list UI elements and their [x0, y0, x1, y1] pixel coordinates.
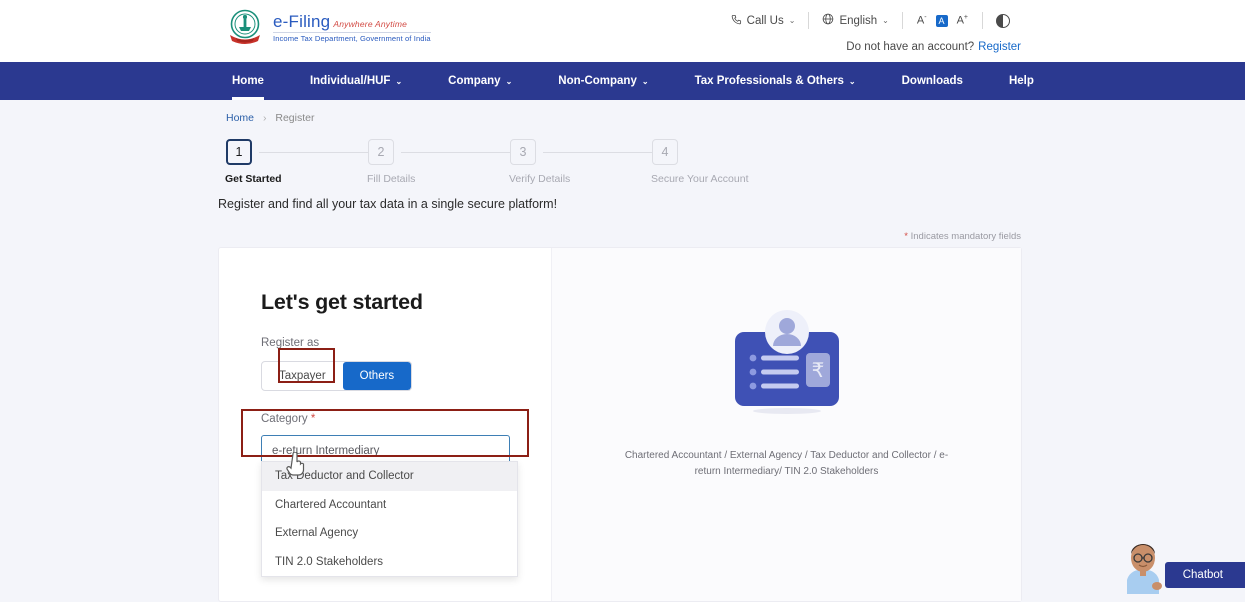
toggle-option-taxpayer[interactable]: Taxpayer: [262, 362, 343, 390]
contrast-toggle[interactable]: [983, 14, 1023, 28]
page-tagline: Register and find all your tax data in a…: [218, 197, 1245, 211]
step-label: Fill Details: [367, 173, 415, 185]
font-size-controls: A- A A+: [903, 14, 982, 27]
step-label: Secure Your Account: [651, 173, 749, 185]
chevron-down-icon: ⌄: [789, 16, 796, 25]
nav-item-non-company[interactable]: Non-Company ⌄: [535, 62, 671, 100]
nav-label: Individual/HUF: [310, 75, 391, 87]
chatbot-button[interactable]: Chatbot: [1165, 562, 1245, 588]
nav-label: Help: [1009, 75, 1034, 87]
step-number: 2: [368, 139, 394, 165]
nav-item-help[interactable]: Help: [986, 62, 1057, 100]
language-label: English: [839, 15, 877, 27]
contrast-icon: [996, 14, 1010, 28]
font-decrease-button[interactable]: A-: [917, 14, 927, 27]
nav-item-company[interactable]: Company ⌄: [425, 62, 535, 100]
step-fill-details[interactable]: 2 Fill Details: [368, 139, 415, 185]
register-as-toggle[interactable]: Taxpayer Others: [261, 361, 412, 391]
illustration-panel: ₹ Chartered Accountant / External Agency…: [551, 248, 1021, 601]
toggle-option-others[interactable]: Others: [343, 362, 412, 390]
breadcrumb: Home › Register: [226, 112, 1245, 124]
breadcrumb-home[interactable]: Home: [226, 112, 254, 124]
category-label-text: Category: [261, 413, 308, 425]
mandatory-note-text: Indicates mandatory fields: [911, 231, 1021, 242]
step-label: Get Started: [225, 173, 282, 185]
account-prompt-text: Do not have an account?: [846, 41, 974, 53]
phone-icon: [731, 14, 742, 28]
top-bar: e-FilingAnywhere Anytime Income Tax Depa…: [0, 0, 1245, 62]
nav-label: Downloads: [902, 75, 963, 87]
nav-label: Non-Company: [558, 75, 637, 87]
id-card-illustration: ₹: [727, 306, 847, 418]
nav-item-home[interactable]: Home: [220, 62, 287, 100]
registration-form: Let's get started Register as Taxpayer O…: [219, 248, 551, 601]
chevron-down-icon: ⌄: [642, 77, 649, 86]
logo-main-text: e-Filing: [273, 12, 330, 31]
page-title: Let's get started: [261, 290, 551, 315]
illustration-caption: Chartered Accountant / External Agency /…: [622, 448, 952, 479]
step-secure-account[interactable]: 4 Secure Your Account: [652, 139, 749, 185]
mandatory-fields-note: * Indicates mandatory fields: [0, 231, 1021, 242]
nav-label: Company: [448, 75, 500, 87]
chevron-down-icon: ⌄: [882, 16, 889, 25]
main-navigation: Home Individual/HUF ⌄ Company ⌄ Non-Comp…: [0, 62, 1245, 100]
step-connector: [401, 152, 521, 153]
nav-item-individual-huf[interactable]: Individual/HUF ⌄: [287, 62, 425, 100]
logo-tagline: Anywhere Anytime: [333, 19, 407, 29]
nav-item-downloads[interactable]: Downloads: [879, 62, 986, 100]
logo-text: e-FilingAnywhere Anytime Income Tax Depa…: [273, 13, 431, 42]
step-number: 3: [510, 139, 536, 165]
registration-stepper: 1 Get Started 2 Fill Details 3 Verify De…: [226, 139, 726, 185]
dropdown-option-tin-stakeholders[interactable]: TIN 2.0 Stakeholders: [262, 548, 517, 577]
government-emblem-icon: [226, 8, 264, 48]
category-label: Category *: [261, 413, 551, 425]
font-increase-button[interactable]: A+: [957, 14, 968, 27]
step-verify-details[interactable]: 3 Verify Details: [510, 139, 570, 185]
language-menu[interactable]: English ⌄: [809, 13, 901, 28]
chatbot-widget[interactable]: Chatbot: [1121, 536, 1245, 594]
asterisk: *: [904, 231, 908, 242]
site-logo[interactable]: e-FilingAnywhere Anytime Income Tax Depa…: [226, 8, 431, 48]
chevron-down-icon: ⌄: [506, 77, 513, 86]
register-as-label: Register as: [261, 337, 551, 349]
nav-label: Tax Professionals & Others: [695, 75, 844, 87]
mouse-cursor: [286, 452, 306, 483]
font-normal-button[interactable]: A: [936, 15, 948, 27]
asterisk: *: [311, 413, 315, 425]
svg-text:₹: ₹: [811, 358, 824, 382]
call-us-menu[interactable]: Call Us ⌄: [718, 14, 809, 28]
step-get-started[interactable]: 1 Get Started: [226, 139, 282, 185]
breadcrumb-separator: ›: [263, 112, 267, 124]
chevron-down-icon: ⌄: [849, 77, 856, 86]
nav-label: Home: [232, 75, 264, 87]
call-us-label: Call Us: [747, 15, 784, 27]
chevron-down-icon: ⌄: [395, 77, 402, 86]
logo-subtitle: Income Tax Department, Government of Ind…: [273, 32, 431, 42]
register-link[interactable]: Register: [978, 41, 1021, 53]
nav-item-tax-professionals[interactable]: Tax Professionals & Others ⌄: [672, 62, 879, 100]
step-label: Verify Details: [509, 173, 570, 185]
globe-icon: [822, 13, 834, 28]
dropdown-option-chartered-accountant[interactable]: Chartered Accountant: [262, 491, 517, 520]
account-prompt: Do not have an account? Register: [846, 41, 1021, 53]
breadcrumb-current: Register: [275, 112, 314, 124]
step-number: 4: [652, 139, 678, 165]
utility-bar: Call Us ⌄ English ⌄ A- A A+: [718, 12, 1023, 29]
registration-card: Let's get started Register as Taxpayer O…: [218, 247, 1022, 602]
dropdown-option-external-agency[interactable]: External Agency: [262, 519, 517, 548]
step-number: 1: [226, 139, 252, 165]
chatbot-avatar-icon: [1121, 536, 1165, 594]
